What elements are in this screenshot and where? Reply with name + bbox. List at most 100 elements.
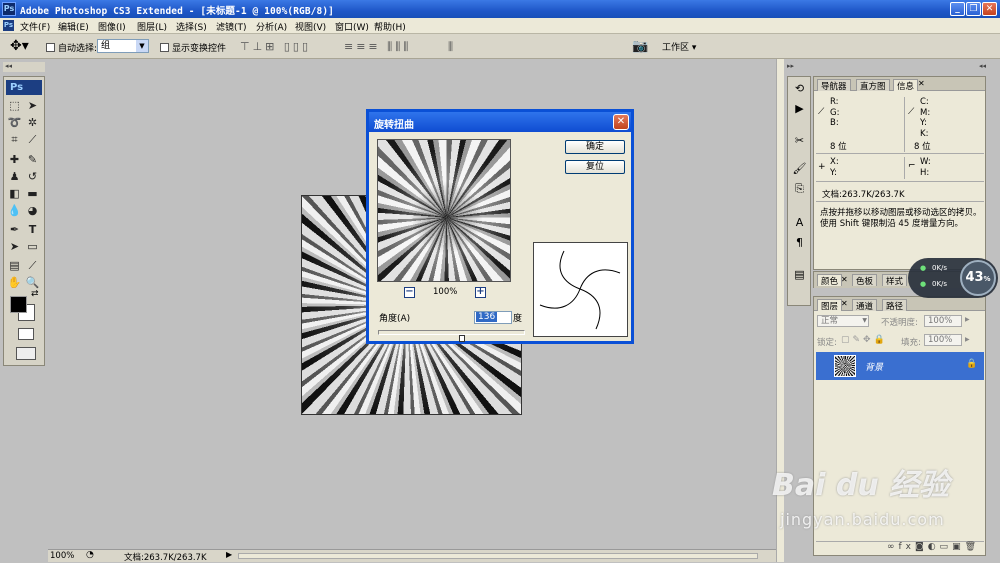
angle-slider-thumb[interactable] — [458, 335, 465, 342]
menu-file[interactable]: 文件(F) — [20, 20, 50, 33]
hand-tool-icon[interactable]: ✋ — [7, 276, 22, 290]
info-c: C: — [920, 97, 929, 107]
tab-info[interactable]: 信息 — [893, 79, 919, 92]
layer-comps-icon[interactable]: ▤ — [792, 267, 807, 282]
chevron-right-icon[interactable]: ▶ — [965, 336, 970, 343]
healing-brush-tool-icon[interactable]: ✚ — [7, 153, 22, 167]
clone-stamp-tool-icon[interactable]: ♟ — [7, 170, 22, 184]
tab-swatches[interactable]: 色板 — [852, 274, 878, 287]
auto-select-checkbox[interactable] — [46, 43, 55, 52]
workspace-button[interactable]: 工作区 ▾ — [662, 40, 696, 53]
show-transform-checkbox[interactable] — [160, 43, 169, 52]
brushes-panel-icon[interactable]: 🖌 — [792, 161, 807, 176]
align-buttons-group[interactable]: ⊤⊥⊞ ▯▯▯ — [240, 40, 311, 53]
opacity-input[interactable]: 100% — [924, 315, 962, 327]
notes-tool-icon[interactable]: ▤ — [7, 259, 22, 273]
marquee-tool-icon[interactable]: ⬚ — [7, 99, 22, 113]
dock-options-icon[interactable]: ◂◂ — [813, 62, 986, 72]
magic-wand-tool-icon[interactable]: ✲ — [25, 116, 40, 130]
dodge-tool-icon[interactable]: ◕ — [25, 204, 40, 218]
shape-tool-icon[interactable]: ▭ — [25, 240, 40, 254]
tab-color[interactable]: 颜色 — [817, 274, 843, 287]
auto-select-dropdown[interactable]: 组 ▼ — [97, 39, 149, 53]
tool-presets-icon[interactable]: ✂ — [792, 133, 807, 148]
minimize-button[interactable]: _ — [950, 2, 965, 16]
menu-window[interactable]: 窗口(W) — [335, 20, 369, 33]
tab-channels[interactable]: 通道 — [852, 299, 878, 312]
move-tool-icon[interactable]: ➤ — [25, 99, 40, 113]
blend-mode-dropdown[interactable]: 正常 ▼ — [817, 315, 869, 327]
zoom-out-button[interactable]: − — [404, 287, 415, 298]
tab-close-icon[interactable]: ✕ — [918, 79, 925, 88]
menu-analysis[interactable]: 分析(A) — [256, 20, 287, 33]
info-g: G: — [830, 107, 840, 118]
screen-mode-icon[interactable] — [16, 347, 36, 360]
chevron-right-icon[interactable]: ▶ — [965, 316, 970, 323]
menu-select[interactable]: 选择(S) — [176, 20, 207, 33]
dialog-title-bar[interactable]: 旋转扭曲 ✕ — [369, 112, 631, 132]
menu-edit[interactable]: 编辑(E) — [58, 20, 89, 33]
history-brush-tool-icon[interactable]: ↺ — [25, 170, 40, 184]
toolbox-header[interactable]: ◂◂ — [3, 62, 45, 72]
menu-image[interactable]: 图像(I) — [98, 20, 126, 33]
character-panel-icon[interactable]: A — [792, 215, 807, 230]
layer-thumbnail — [834, 355, 856, 377]
lock-options-icons[interactable]: ▢✎✥🔒 — [841, 335, 888, 345]
eraser-tool-icon[interactable]: ◧ — [7, 187, 22, 201]
slice-tool-icon[interactable]: ⟋ — [25, 133, 40, 147]
layer-row-background[interactable]: 背景 🔒 — [816, 352, 984, 380]
menu-filter[interactable]: 滤镜(T) — [216, 20, 247, 33]
type-tool-icon[interactable]: T — [25, 223, 40, 237]
menu-view[interactable]: 视图(V) — [295, 20, 326, 33]
eyedropper-tool-icon[interactable]: ⟋ — [25, 259, 40, 273]
pen-tool-icon[interactable]: ✒ — [7, 223, 22, 237]
swap-colors-icon[interactable]: ⇄ — [31, 289, 39, 299]
distribute-buttons-group[interactable]: ≡≡≡ ⫼⫼⫼ — [344, 40, 411, 54]
horizontal-scrollbar[interactable] — [238, 553, 758, 559]
clone-source-icon[interactable]: ⎘ — [792, 181, 807, 196]
reset-button[interactable]: 复位 — [565, 160, 625, 174]
gradient-tool-icon[interactable]: ▬ — [25, 187, 40, 201]
status-menu-arrow-icon[interactable]: ▶ — [226, 550, 232, 559]
lasso-tool-icon[interactable]: ➰ — [7, 116, 22, 130]
history-panel-icon[interactable]: ⟲ — [792, 81, 807, 96]
network-meter-widget[interactable]: ● 0K/s ● 0K/s 43% — [908, 258, 998, 298]
blur-tool-icon[interactable]: 💧 — [7, 204, 22, 218]
brush-tool-icon[interactable]: ✎ — [25, 153, 40, 167]
title-bar: Ps Adobe Photoshop CS3 Extended - [未标题-1… — [0, 0, 1000, 18]
dock-collapse-icon[interactable]: ▸▸ — [787, 62, 811, 72]
angle-slider-track[interactable] — [378, 330, 525, 335]
tab-close-icon[interactable]: ✕ — [841, 299, 848, 308]
quick-mask-icon[interactable] — [18, 328, 34, 340]
menu-help[interactable]: 帮助(H) — [374, 20, 406, 33]
actions-panel-icon[interactable]: ▶ — [792, 101, 807, 116]
tab-styles[interactable]: 样式 — [882, 274, 908, 287]
dialog-close-button[interactable]: ✕ — [613, 114, 629, 130]
angle-unit: 度 — [513, 314, 523, 324]
path-selection-tool-icon[interactable]: ➤ — [7, 240, 22, 254]
zoom-tool-icon[interactable]: 🔍 — [25, 276, 40, 290]
document-icon[interactable]: Ps — [3, 20, 14, 31]
paragraph-panel-icon[interactable]: ¶ — [792, 235, 807, 250]
tab-close-icon[interactable]: ✕ — [841, 275, 848, 284]
fill-input[interactable]: 100% — [924, 334, 962, 346]
angle-input[interactable]: 136 — [474, 311, 512, 324]
filter-preview[interactable] — [377, 139, 511, 282]
close-button[interactable]: ✕ — [982, 2, 997, 16]
bridge-icon[interactable]: 📷 — [632, 39, 648, 54]
collapse-icon[interactable]: ◂◂ — [3, 62, 45, 70]
watermark-url: jingyan.baidu.com — [780, 510, 945, 529]
tab-paths[interactable]: 路径 — [882, 299, 908, 312]
crop-tool-icon[interactable]: ⌗ — [7, 133, 22, 147]
tab-navigator[interactable]: 导航器 — [817, 79, 851, 92]
status-zoom[interactable]: 100% — [50, 551, 74, 561]
zoom-in-button[interactable]: + — [475, 287, 486, 298]
move-tool-icon[interactable]: ✥▾ — [10, 38, 29, 54]
tab-layers[interactable]: 图层 — [817, 299, 843, 312]
menu-layer[interactable]: 图层(L) — [137, 20, 167, 33]
tab-histogram[interactable]: 直方图 — [856, 79, 890, 92]
ok-button[interactable]: 确定 — [565, 140, 625, 154]
restore-button[interactable]: ❐ — [966, 2, 981, 16]
status-info-icon[interactable]: ◔ — [86, 550, 94, 560]
auto-align-icon[interactable]: ⫼ — [448, 40, 453, 54]
